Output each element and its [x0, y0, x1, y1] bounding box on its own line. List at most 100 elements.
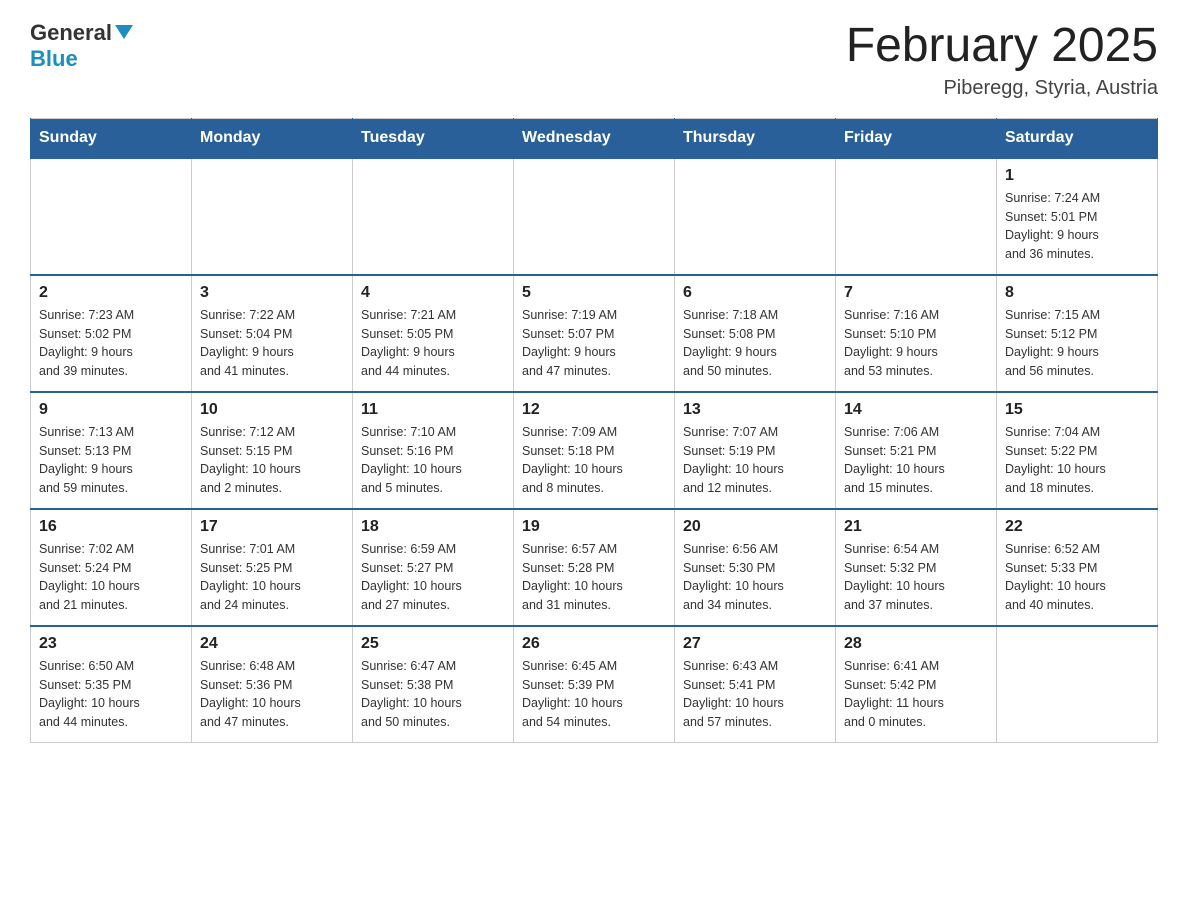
- day-info: Sunrise: 7:24 AMSunset: 5:01 PMDaylight:…: [1005, 189, 1149, 264]
- logo-blue: Blue: [30, 46, 133, 72]
- calendar-cell: 10 Sunrise: 7:12 AMSunset: 5:15 PMDayligh…: [192, 392, 353, 509]
- day-info: Sunrise: 7:04 AMSunset: 5:22 PMDaylight:…: [1005, 423, 1149, 498]
- calendar-cell: 23 Sunrise: 6:50 AMSunset: 5:35 PMDayligh…: [31, 626, 192, 743]
- calendar-week-3: 9 Sunrise: 7:13 AMSunset: 5:13 PMDaylight…: [31, 392, 1158, 509]
- day-number: 28: [844, 635, 988, 653]
- day-info: Sunrise: 7:06 AMSunset: 5:21 PMDaylight:…: [844, 423, 988, 498]
- day-number: 13: [683, 401, 827, 419]
- calendar-cell: 6 Sunrise: 7:18 AMSunset: 5:08 PMDaylight…: [675, 275, 836, 392]
- day-info: Sunrise: 6:47 AMSunset: 5:38 PMDaylight:…: [361, 657, 505, 732]
- calendar-cell: [997, 626, 1158, 743]
- logo-general: General: [30, 20, 112, 46]
- logo-text: General Blue: [30, 20, 133, 73]
- day-info: Sunrise: 6:56 AMSunset: 5:30 PMDaylight:…: [683, 540, 827, 615]
- calendar-cell: 16 Sunrise: 7:02 AMSunset: 5:24 PMDayligh…: [31, 509, 192, 626]
- day-info: Sunrise: 6:50 AMSunset: 5:35 PMDaylight:…: [39, 657, 183, 732]
- calendar-week-2: 2 Sunrise: 7:23 AMSunset: 5:02 PMDaylight…: [31, 275, 1158, 392]
- logo-triangle-icon: [115, 25, 133, 39]
- day-number: 4: [361, 284, 505, 302]
- day-number: 2: [39, 284, 183, 302]
- calendar-week-1: 1 Sunrise: 7:24 AMSunset: 5:01 PMDaylight…: [31, 158, 1158, 275]
- calendar-cell: 7 Sunrise: 7:16 AMSunset: 5:10 PMDaylight…: [836, 275, 997, 392]
- day-number: 3: [200, 284, 344, 302]
- month-title: February 2025: [846, 20, 1158, 73]
- calendar-header-monday: Monday: [192, 118, 353, 158]
- day-number: 15: [1005, 401, 1149, 419]
- day-number: 19: [522, 518, 666, 536]
- calendar-cell: 12Sunrise: 7:09 AMSunset: 5:18 PMDayligh…: [514, 392, 675, 509]
- calendar-cell: 26Sunrise: 6:45 AMSunset: 5:39 PMDayligh…: [514, 626, 675, 743]
- day-info: Sunrise: 7:10 AMSunset: 5:16 PMDaylight:…: [361, 423, 505, 498]
- calendar-cell: 27 Sunrise: 6:43 AMSunset: 5:41 PMDayligh…: [675, 626, 836, 743]
- day-number: 23: [39, 635, 183, 653]
- calendar-cell: 9 Sunrise: 7:13 AMSunset: 5:13 PMDaylight…: [31, 392, 192, 509]
- day-number: 20: [683, 518, 827, 536]
- day-number: 16: [39, 518, 183, 536]
- day-number: 17: [200, 518, 344, 536]
- day-number: 8: [1005, 284, 1149, 302]
- day-info: Sunrise: 6:54 AMSunset: 5:32 PMDaylight:…: [844, 540, 988, 615]
- calendar-cell: 13Sunrise: 7:07 AMSunset: 5:19 PMDayligh…: [675, 392, 836, 509]
- calendar-cell: [675, 158, 836, 275]
- calendar-table: SundayMondayTuesdayWednesdayThursdayFrid…: [30, 118, 1158, 743]
- calendar-cell: 11 Sunrise: 7:10 AMSunset: 5:16 PMDayligh…: [353, 392, 514, 509]
- day-number: 10: [200, 401, 344, 419]
- day-info: Sunrise: 7:19 AMSunset: 5:07 PMDaylight:…: [522, 306, 666, 381]
- day-info: Sunrise: 6:45 AMSunset: 5:39 PMDaylight:…: [522, 657, 666, 732]
- calendar-cell: 21 Sunrise: 6:54 AMSunset: 5:32 PMDayligh…: [836, 509, 997, 626]
- calendar-cell: 1 Sunrise: 7:24 AMSunset: 5:01 PMDaylight…: [997, 158, 1158, 275]
- calendar-cell: 3 Sunrise: 7:22 AMSunset: 5:04 PMDaylight…: [192, 275, 353, 392]
- day-info: Sunrise: 7:12 AMSunset: 5:15 PMDaylight:…: [200, 423, 344, 498]
- calendar-header-wednesday: Wednesday: [514, 118, 675, 158]
- calendar-cell: [353, 158, 514, 275]
- day-info: Sunrise: 7:16 AMSunset: 5:10 PMDaylight:…: [844, 306, 988, 381]
- day-number: 24: [200, 635, 344, 653]
- day-number: 18: [361, 518, 505, 536]
- calendar-cell: 15 Sunrise: 7:04 AMSunset: 5:22 PMDayligh…: [997, 392, 1158, 509]
- day-info: Sunrise: 6:43 AMSunset: 5:41 PMDaylight:…: [683, 657, 827, 732]
- calendar-cell: 25 Sunrise: 6:47 AMSunset: 5:38 PMDayligh…: [353, 626, 514, 743]
- calendar-cell: 19Sunrise: 6:57 AMSunset: 5:28 PMDayligh…: [514, 509, 675, 626]
- day-info: Sunrise: 7:01 AMSunset: 5:25 PMDaylight:…: [200, 540, 344, 615]
- calendar-header-sunday: Sunday: [31, 118, 192, 158]
- day-info: Sunrise: 7:02 AMSunset: 5:24 PMDaylight:…: [39, 540, 183, 615]
- calendar-cell: 2 Sunrise: 7:23 AMSunset: 5:02 PMDaylight…: [31, 275, 192, 392]
- day-info: Sunrise: 7:22 AMSunset: 5:04 PMDaylight:…: [200, 306, 344, 381]
- day-number: 11: [361, 401, 505, 419]
- calendar-header-friday: Friday: [836, 118, 997, 158]
- day-number: 6: [683, 284, 827, 302]
- day-info: Sunrise: 6:59 AMSunset: 5:27 PMDaylight:…: [361, 540, 505, 615]
- calendar-cell: 24Sunrise: 6:48 AMSunset: 5:36 PMDayligh…: [192, 626, 353, 743]
- calendar-header-tuesday: Tuesday: [353, 118, 514, 158]
- calendar-cell: [31, 158, 192, 275]
- calendar-header-saturday: Saturday: [997, 118, 1158, 158]
- day-info: Sunrise: 7:13 AMSunset: 5:13 PMDaylight:…: [39, 423, 183, 498]
- calendar-cell: 17 Sunrise: 7:01 AMSunset: 5:25 PMDayligh…: [192, 509, 353, 626]
- day-info: Sunrise: 7:23 AMSunset: 5:02 PMDaylight:…: [39, 306, 183, 381]
- day-info: Sunrise: 7:15 AMSunset: 5:12 PMDaylight:…: [1005, 306, 1149, 381]
- title-block: February 2025 Piberegg, Styria, Austria: [846, 20, 1158, 100]
- day-number: 21: [844, 518, 988, 536]
- day-number: 9: [39, 401, 183, 419]
- day-info: Sunrise: 6:52 AMSunset: 5:33 PMDaylight:…: [1005, 540, 1149, 615]
- day-number: 22: [1005, 518, 1149, 536]
- calendar-cell: 28Sunrise: 6:41 AMSunset: 5:42 PMDayligh…: [836, 626, 997, 743]
- calendar-cell: 8 Sunrise: 7:15 AMSunset: 5:12 PMDaylight…: [997, 275, 1158, 392]
- day-info: Sunrise: 7:09 AMSunset: 5:18 PMDaylight:…: [522, 423, 666, 498]
- calendar-header-thursday: Thursday: [675, 118, 836, 158]
- calendar-cell: 4 Sunrise: 7:21 AMSunset: 5:05 PMDaylight…: [353, 275, 514, 392]
- day-number: 25: [361, 635, 505, 653]
- calendar-cell: 14Sunrise: 7:06 AMSunset: 5:21 PMDayligh…: [836, 392, 997, 509]
- day-info: Sunrise: 7:18 AMSunset: 5:08 PMDaylight:…: [683, 306, 827, 381]
- day-number: 1: [1005, 167, 1149, 185]
- calendar-cell: 5 Sunrise: 7:19 AMSunset: 5:07 PMDaylight…: [514, 275, 675, 392]
- logo: General Blue: [30, 20, 133, 73]
- day-number: 7: [844, 284, 988, 302]
- page-header: General Blue February 2025 Piberegg, Sty…: [30, 20, 1158, 100]
- calendar-week-4: 16 Sunrise: 7:02 AMSunset: 5:24 PMDayligh…: [31, 509, 1158, 626]
- day-number: 5: [522, 284, 666, 302]
- calendar-cell: [514, 158, 675, 275]
- day-number: 27: [683, 635, 827, 653]
- day-info: Sunrise: 7:21 AMSunset: 5:05 PMDaylight:…: [361, 306, 505, 381]
- calendar-cell: 22 Sunrise: 6:52 AMSunset: 5:33 PMDayligh…: [997, 509, 1158, 626]
